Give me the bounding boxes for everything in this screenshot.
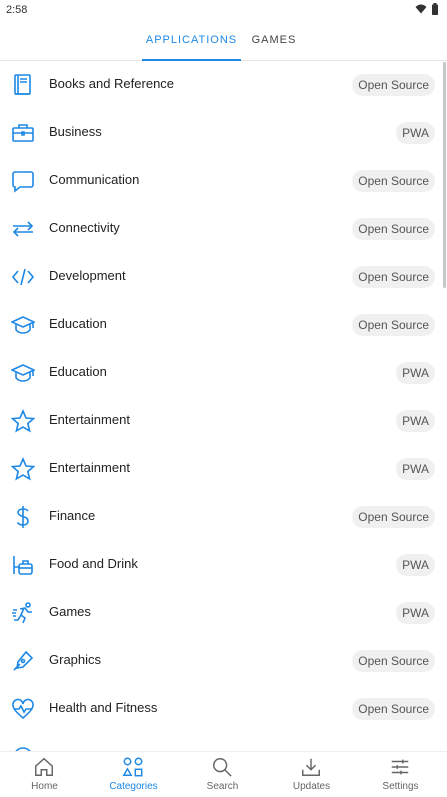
status-bar: 2:58 — [0, 0, 447, 22]
nav-label-home: Home — [31, 781, 58, 792]
wifi-icon — [415, 4, 427, 14]
list-scrollbar[interactable] — [443, 62, 446, 288]
tab-applications[interactable]: APPLICATIONS — [142, 22, 241, 60]
category-label: Education — [49, 316, 107, 331]
chat-bubble-icon — [12, 171, 34, 193]
category-row-graphics[interactable]: Graphics Open Source — [0, 637, 447, 685]
category-row-business[interactable]: Business PWA — [0, 109, 447, 157]
nav-label-updates: Updates — [292, 781, 331, 792]
category-label: Communication — [49, 172, 140, 187]
briefcase-icon — [12, 124, 34, 142]
category-label: Books and Reference — [49, 76, 175, 91]
graduation-cap-icon — [11, 316, 35, 334]
category-row-connectivity[interactable]: Connectivity Open Source — [0, 205, 447, 253]
category-label: Food and Drink — [49, 556, 138, 571]
nav-search[interactable]: Search — [178, 752, 267, 797]
category-badge: Open Source — [352, 314, 435, 336]
category-label: Health and Fitness — [49, 700, 158, 715]
category-row-books-and-reference[interactable]: Books and Reference Open Source — [0, 61, 447, 109]
search-icon — [213, 758, 232, 777]
graduation-cap-icon — [11, 364, 35, 382]
category-row-finance[interactable]: Finance Open Source — [0, 493, 447, 541]
category-label: Finance — [49, 508, 96, 523]
categories-icon — [122, 757, 143, 777]
category-badge: Open Source — [352, 74, 435, 96]
code-icon — [11, 268, 35, 286]
category-badge: PWA — [396, 410, 435, 432]
nav-updates[interactable]: Updates — [267, 752, 356, 797]
star-icon — [11, 457, 35, 481]
category-badge: PWA — [396, 602, 435, 624]
nav-label-settings: Settings — [382, 781, 419, 792]
category-badge: PWA — [396, 362, 435, 384]
nav-label-search: Search — [206, 781, 239, 792]
download-icon — [302, 758, 320, 776]
nav-label-categories: Categories — [109, 781, 158, 792]
category-row-communication[interactable]: Communication Open Source — [0, 157, 447, 205]
category-badge: Open Source — [352, 698, 435, 720]
category-row-health-and-fitness[interactable]: Health and Fitness Open Source — [0, 685, 447, 733]
status-time: 2:58 — [6, 4, 28, 16]
heart-pulse-icon — [12, 698, 34, 720]
category-row-games[interactable]: Games PWA — [0, 589, 447, 637]
category-badge: PWA — [396, 554, 435, 576]
status-icons — [415, 3, 439, 15]
category-label: Entertainment — [49, 460, 130, 475]
category-row-entertainment[interactable]: Entertainment PWA — [0, 397, 447, 445]
battery-icon — [432, 3, 438, 15]
category-label: Education — [49, 364, 107, 379]
star-icon — [11, 409, 35, 433]
category-badge: Open Source — [352, 170, 435, 192]
category-badge: Open Source — [352, 266, 435, 288]
category-row-food-and-drink[interactable]: Food and Drink PWA — [0, 541, 447, 589]
pen-icon — [13, 650, 34, 671]
nav-home[interactable]: Home — [0, 752, 89, 797]
category-row-education[interactable]: Education Open Source — [0, 301, 447, 349]
category-label: Business — [49, 124, 102, 139]
running-icon — [12, 602, 32, 624]
category-label: Entertainment — [49, 412, 130, 427]
dollar-icon — [16, 506, 29, 528]
category-row-entertainment[interactable]: Entertainment PWA — [0, 445, 447, 493]
category-badge: Open Source — [352, 506, 435, 528]
category-row-education[interactable]: Education PWA — [0, 349, 447, 397]
home-icon — [35, 757, 53, 776]
category-label: Graphics — [49, 652, 102, 667]
category-label: Development — [49, 268, 126, 283]
category-badge: Open Source — [352, 650, 435, 672]
arrows-icon — [12, 221, 34, 237]
category-row-partial[interactable] — [0, 733, 447, 751]
category-row-development[interactable]: Development Open Source — [0, 253, 447, 301]
category-label: Games — [49, 604, 91, 619]
food-icon — [13, 556, 33, 575]
category-list: Books and Reference Open Source Business… — [0, 61, 447, 751]
nav-settings[interactable]: Settings — [356, 752, 445, 797]
category-badge: PWA — [396, 458, 435, 480]
sliders-icon — [391, 759, 409, 775]
category-badge: PWA — [396, 122, 435, 144]
category-tabs: APPLICATIONS GAMES — [0, 22, 447, 61]
book-icon — [14, 74, 31, 95]
bottom-navigation: Home Categories Search Updates Settings — [0, 751, 447, 797]
category-badge: Open Source — [352, 218, 435, 240]
category-label: Connectivity — [49, 220, 120, 235]
nav-categories[interactable]: Categories — [89, 752, 178, 797]
tab-games[interactable]: GAMES — [241, 22, 307, 60]
